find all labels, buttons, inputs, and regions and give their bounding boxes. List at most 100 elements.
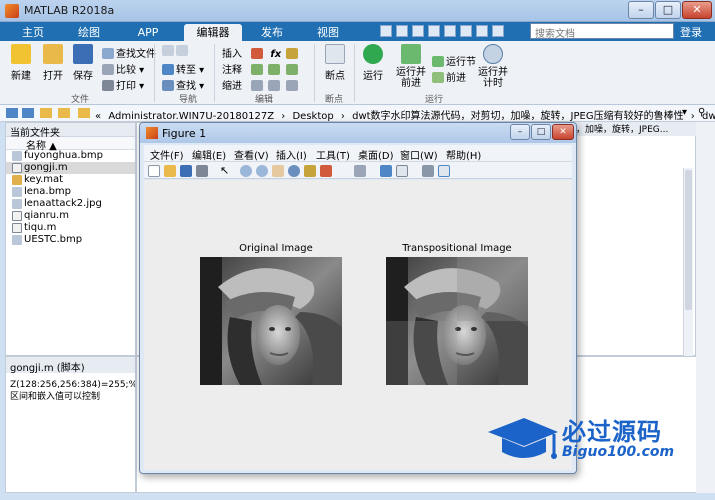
indent-button[interactable]: 缩进 — [222, 77, 300, 92]
increase-indent-icon — [268, 80, 281, 91]
figure-minimize-button[interactable]: – — [510, 124, 530, 140]
comment-button[interactable]: 注释 — [222, 61, 300, 76]
advance-button[interactable]: 前进 — [432, 69, 466, 84]
figure-toolbar: ↖ — [144, 161, 572, 179]
editor-vertical-scrollbar[interactable] — [683, 168, 693, 356]
print-button[interactable]: 打印 ▾ — [102, 77, 144, 92]
path-search-icon[interactable]: ⚲ — [698, 107, 705, 118]
legend-icon[interactable] — [396, 165, 408, 177]
menu-help[interactable]: 帮助(H) — [446, 147, 481, 162]
figure-maximize-button[interactable]: □ — [531, 124, 551, 140]
open-button[interactable]: 打开 — [38, 44, 68, 82]
menu-insert[interactable]: 插入(I) — [276, 147, 307, 162]
minimize-button[interactable]: – — [628, 1, 654, 19]
find-button[interactable]: 查找 ▾ — [162, 77, 204, 92]
name-column-header[interactable]: 名称 ▲ — [6, 137, 135, 152]
menu-desktop[interactable]: 桌面(D) — [358, 147, 394, 162]
login-link[interactable]: 登录 — [680, 24, 702, 40]
show-plot-tools-icon[interactable] — [438, 165, 450, 177]
tab-home[interactable]: 主页 — [8, 24, 58, 41]
quick-paste-icon[interactable] — [428, 25, 440, 37]
path-dropdown-icon[interactable]: ▾ — [682, 107, 687, 118]
menu-tools[interactable]: 工具(T) — [316, 147, 350, 162]
file-item[interactable]: qianru.m — [6, 210, 135, 222]
search-docs-input[interactable]: 搜索文档 — [530, 23, 674, 40]
current-folder-header: 当前文件夹 — [6, 123, 135, 139]
tab-plots[interactable]: 绘图 — [64, 24, 114, 41]
folder-up-icon[interactable] — [40, 108, 52, 118]
quick-help-icon[interactable] — [492, 25, 504, 37]
comment-icon — [251, 64, 264, 75]
compare-button[interactable]: 比较 ▾ — [102, 61, 144, 76]
insert-button[interactable]: 插入 fx — [222, 45, 300, 60]
title-bar: MATLAB R2018a – □ ✕ — [0, 0, 715, 22]
file-item[interactable]: lena.bmp — [6, 186, 135, 198]
close-button[interactable]: ✕ — [682, 1, 712, 19]
new-figure-icon[interactable] — [148, 165, 160, 177]
hide-plot-tools-icon[interactable] — [422, 165, 434, 177]
run-section-button[interactable]: 运行节 — [432, 53, 476, 68]
zoom-out-icon[interactable] — [256, 165, 268, 177]
figure-close-button[interactable]: ✕ — [552, 124, 574, 140]
rotate-3d-icon[interactable] — [288, 165, 300, 177]
menu-file[interactable]: 文件(F) — [150, 147, 184, 162]
file-item[interactable]: tiqu.m — [6, 222, 135, 234]
mat-file-icon — [12, 175, 22, 185]
editor-tab[interactable]: ，加噪，旋转，JPEG... — [570, 122, 696, 136]
goto-button[interactable]: 转至 ▾ — [162, 61, 204, 76]
back-icon[interactable] — [6, 108, 18, 118]
run-time-icon — [483, 44, 503, 64]
brush-icon[interactable] — [320, 165, 332, 177]
data-cursor-icon[interactable] — [304, 165, 316, 177]
file-item[interactable]: lenaattack2.jpg — [6, 198, 135, 210]
quick-undo-icon[interactable] — [444, 25, 456, 37]
tab-view[interactable]: 视图 — [302, 24, 354, 41]
run-button[interactable]: 运行 — [358, 44, 388, 82]
save-button[interactable]: 保存 — [68, 44, 98, 82]
file-item[interactable]: fuyonghua.bmp — [6, 150, 135, 162]
find-files-button[interactable]: 查找文件 — [102, 45, 156, 60]
colorbar-icon[interactable] — [380, 165, 392, 177]
open-file-icon[interactable] — [164, 165, 176, 177]
quick-copy-icon[interactable] — [412, 25, 424, 37]
forward-icon[interactable] — [22, 108, 34, 118]
folder-path[interactable]: « Administrator.WIN7U-20180127Z › Deskto… — [95, 107, 715, 122]
file-item[interactable]: gongji.m — [6, 162, 135, 174]
details-panel: gongji.m (脚本) Z(128:256,256:384)=255;%剪 … — [5, 356, 136, 493]
maximize-button[interactable]: □ — [655, 1, 681, 19]
image-file-icon — [12, 151, 22, 161]
print-figure-icon[interactable] — [196, 165, 208, 177]
tab-publish[interactable]: 发布 — [248, 24, 296, 41]
new-button[interactable]: 新建 — [6, 44, 36, 82]
file-item[interactable]: UESTC.bmp — [6, 234, 135, 246]
link-plot-icon[interactable] — [354, 165, 366, 177]
menu-edit[interactable]: 编辑(E) — [192, 147, 226, 162]
file-item[interactable]: key.mat — [6, 174, 135, 186]
pointer-icon[interactable]: ↖ — [220, 165, 232, 177]
quick-switch-icon[interactable] — [476, 25, 488, 37]
run-and-time-button[interactable]: 运行并 计时 — [476, 44, 510, 89]
breakpoints-button[interactable]: 断点 — [318, 44, 352, 82]
quick-cut-icon[interactable] — [396, 25, 408, 37]
browse-folder-icon[interactable] — [58, 108, 70, 118]
tab-apps[interactable]: APP — [120, 24, 176, 41]
menu-view[interactable]: 查看(V) — [234, 147, 269, 162]
script-file-icon — [12, 163, 22, 173]
zoom-in-icon[interactable] — [240, 165, 252, 177]
pan-icon[interactable] — [272, 165, 284, 177]
scrollbar-thumb[interactable] — [685, 170, 692, 310]
matlab-logo-icon — [5, 4, 19, 18]
nav-back-forward[interactable] — [162, 45, 190, 57]
insert-more-icon — [286, 48, 299, 59]
graduation-cap-icon — [488, 418, 558, 459]
quick-save-icon[interactable] — [380, 25, 392, 37]
find-files-icon — [102, 48, 114, 59]
figure-title-bar[interactable]: Figure 1 – □ ✕ — [140, 123, 576, 143]
run-and-advance-button[interactable]: 运行并 前进 — [394, 44, 428, 89]
details-preview: Z(128:256,256:384)=255;%剪 区间和嵌入值可以控制 — [10, 380, 135, 402]
quick-redo-icon[interactable] — [460, 25, 472, 37]
tab-editor[interactable]: 编辑器 — [184, 24, 242, 41]
menu-window[interactable]: 窗口(W) — [400, 147, 438, 162]
nav-arrows-icon — [176, 45, 188, 56]
save-figure-icon[interactable] — [180, 165, 192, 177]
